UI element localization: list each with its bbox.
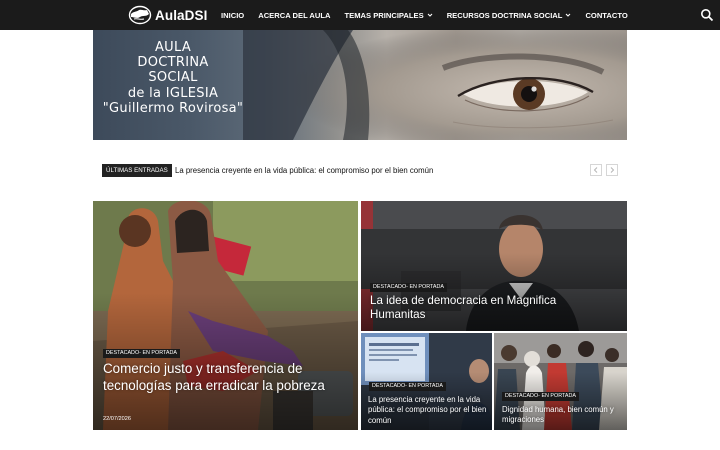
featured-post-large[interactable]: DESTACADO- EN PORTADA Comercio justo y t… (93, 201, 358, 430)
post-title[interactable]: La idea de democracia en Magnifica Human… (370, 294, 585, 322)
ticker-headline-link[interactable]: La presencia creyente en la vida pública… (175, 164, 433, 177)
chevron-down-icon (427, 13, 433, 17)
banner-title: AULA DOCTRINA SOCIAL de la IGLESIA "Guil… (102, 40, 244, 116)
featured-post-small-1[interactable]: DESTACADO- EN PORTADA La presencia creye… (361, 333, 492, 430)
menu-item-recursos[interactable]: RECURSOS DOCTRINA SOCIAL (447, 11, 572, 20)
chevron-right-icon (610, 167, 615, 173)
ticker-next-button[interactable] (606, 164, 618, 176)
site-logo[interactable]: AulaDSI (128, 5, 207, 25)
main-menu: INICIO ACERCA DEL AULA TEMAS PRINCIPALES… (221, 0, 642, 30)
chevron-down-icon (566, 13, 571, 17)
category-badge[interactable]: DESTACADO- EN PORTADA (369, 382, 446, 391)
category-badge[interactable]: DESTACADO- EN PORTADA (103, 349, 180, 358)
logo-globe-icon (128, 5, 152, 25)
search-icon[interactable] (700, 8, 714, 22)
menu-item-temas[interactable]: TEMAS PRINCIPALES (345, 11, 433, 20)
chevron-left-icon (593, 167, 598, 173)
post-date: 22/07/2026 (103, 416, 131, 422)
post-title[interactable]: Comercio justo y transferencia de tecnol… (103, 361, 343, 395)
menu-item-inicio[interactable]: INICIO (221, 11, 244, 20)
post-title[interactable]: Dignidad humana, bien común y migracione… (502, 405, 624, 426)
header-banner[interactable]: AULA DOCTRINA SOCIAL de la IGLESIA "Guil… (93, 30, 627, 140)
category-badge[interactable]: DESTACADO- EN PORTADA (370, 283, 447, 292)
featured-post-small-2[interactable]: DESTACADO- EN PORTADA Dignidad humana, b… (494, 333, 627, 430)
featured-post-wide[interactable]: DESTACADO- EN PORTADA La idea de democra… (361, 201, 627, 331)
logo-text: AulaDSI (155, 7, 208, 23)
menu-item-acerca[interactable]: ACERCA DEL AULA (258, 11, 330, 20)
post-title[interactable]: La presencia creyente en la vida pública… (368, 395, 488, 426)
latest-posts-ticker: ÚLTIMAS ENTRADAS La presencia creyente e… (102, 164, 618, 178)
category-badge[interactable]: DESTACADO- EN PORTADA (502, 392, 579, 401)
ticker-prev-button[interactable] (590, 164, 602, 176)
ticker-label: ÚLTIMAS ENTRADAS (102, 164, 172, 177)
top-navbar: AulaDSI INICIO ACERCA DEL AULA TEMAS PRI… (0, 0, 720, 30)
menu-item-contacto[interactable]: CONTACTO (585, 11, 627, 20)
